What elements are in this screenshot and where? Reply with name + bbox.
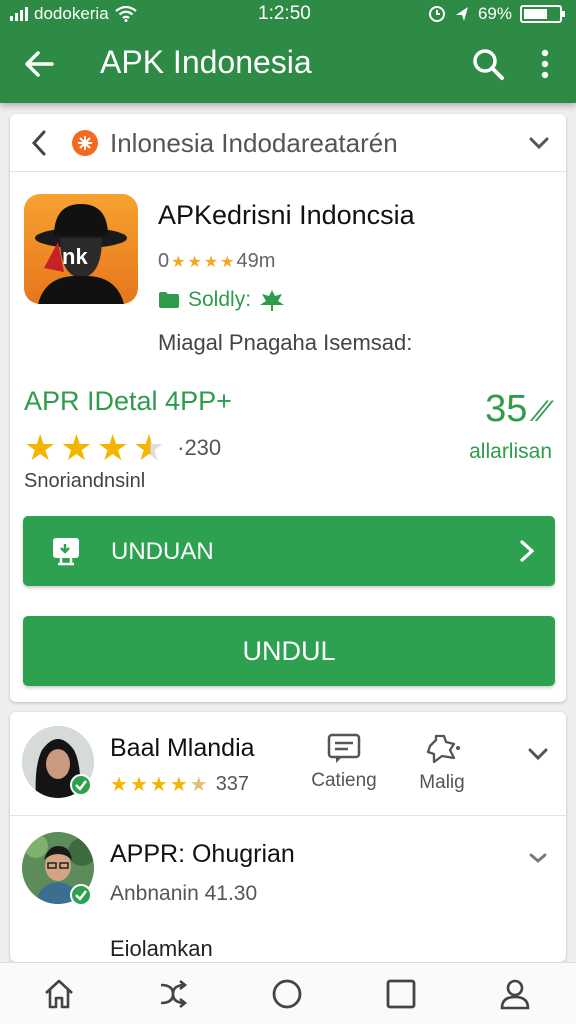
- star-half-icon: ★: [132, 427, 166, 468]
- install-button[interactable]: UNDUL: [23, 616, 555, 686]
- star-icon: ★: [24, 427, 57, 468]
- review-body: Eiolamkan: [110, 936, 213, 961]
- app-name: APKedrisni Indoncsia: [158, 200, 415, 230]
- rating-prefix: 0: [158, 250, 170, 272]
- review-item[interactable]: Baal Mlandia ★ ★ ★ ★ ★ 337 Catieng Malig: [10, 712, 566, 816]
- monitor-icon: [53, 538, 79, 566]
- review-meta: Anbnanin 41.30: [110, 882, 258, 905]
- square-icon[interactable]: [384, 977, 418, 1011]
- alarm-icon: [428, 6, 445, 22]
- status-bar: dodokeria 1:2:50 69%: [0, 0, 576, 28]
- battery-percent: 69%: [477, 4, 512, 23]
- star-icon: ★: [129, 774, 148, 796]
- download-button-label: UNDUAN: [111, 538, 214, 565]
- category-logo-icon: [72, 130, 98, 156]
- breadcrumb-label: Inlonesia Indodareatarén: [110, 128, 398, 158]
- top-app-bar: dodokeria 1:2:50 69% APK Indonesia: [0, 0, 576, 103]
- clock: 1:2:50: [258, 3, 311, 24]
- star-half-icon: ★: [189, 774, 208, 796]
- carrier-name: dodokeria: [34, 4, 109, 23]
- safety-badge: Soldly:: [158, 288, 285, 312]
- battery-fill: [524, 9, 547, 19]
- reviewer-name: APPR: Ohugrian: [110, 840, 295, 868]
- details-subtitle: Snoriandnsinl: [24, 470, 146, 492]
- signal-icon: [10, 7, 28, 21]
- circle-icon[interactable]: [270, 977, 304, 1011]
- trend-icon: ⁄⁄: [537, 395, 548, 428]
- rating-count: ·230: [177, 435, 222, 460]
- chat-action[interactable]: Catieng: [304, 732, 384, 792]
- safety-label: Soldly:: [188, 288, 252, 311]
- install-button-label: UNDUL: [242, 636, 336, 666]
- more-vert-icon[interactable]: [530, 46, 560, 82]
- chevron-down-icon[interactable]: [526, 130, 552, 156]
- star-icon: ★: [169, 774, 188, 796]
- star-icon: ★: [149, 774, 168, 796]
- star-icon: ★: [60, 427, 93, 468]
- rating-suffix: 49m: [236, 250, 276, 272]
- chevron-down-icon[interactable]: [526, 846, 550, 870]
- verified-icon: [70, 774, 92, 796]
- location-icon: [455, 7, 468, 21]
- battery-icon: [520, 5, 565, 23]
- star-icon: ★: [203, 253, 219, 271]
- chevron-right-icon: [520, 540, 535, 562]
- star-icon: ★: [171, 253, 186, 271]
- status-right: 69%: [428, 4, 565, 24]
- folder-icon: [159, 292, 179, 308]
- download-count-label: allarlisan: [469, 440, 552, 463]
- verified-icon: [70, 884, 92, 906]
- download-count: 35 ⁄⁄: [485, 388, 548, 431]
- star-icon: ★: [110, 774, 128, 796]
- rating-stars: ★ ★ ★ ★ ·230: [24, 430, 221, 466]
- details-title: APR IDetal 4PP+: [24, 386, 232, 416]
- carrier-info: dodokeria: [10, 4, 137, 24]
- review-rating: ★ ★ ★ ★ ★ 337: [110, 772, 249, 797]
- review-item[interactable]: APPR: Ohugrian Anbnanin 41.30 Eiolamkan: [10, 816, 566, 962]
- share-action-label: Malig: [419, 772, 465, 793]
- page-title: APK Indonesia: [100, 44, 312, 80]
- app-icon: nk: [24, 194, 138, 304]
- app-subtitle: Miagal Pnagaha Isemsad:: [158, 330, 413, 355]
- reviews-card: Baal Mlandia ★ ★ ★ ★ ★ 337 Catieng Malig: [10, 712, 566, 962]
- home-icon[interactable]: [42, 977, 76, 1011]
- share-action[interactable]: Malig: [402, 732, 482, 794]
- bottom-navigation: [0, 962, 576, 1024]
- chevron-left-icon[interactable]: [28, 128, 50, 158]
- chat-action-label: Catieng: [311, 770, 377, 791]
- breadcrumb[interactable]: Inlonesia Indodareatarén: [10, 114, 566, 172]
- download-button[interactable]: UNDUAN: [23, 516, 555, 586]
- star-icon: ★: [220, 253, 235, 271]
- app-detail-card: Inlonesia Indodareatarén nk APKedrisni I…: [10, 114, 566, 702]
- wifi-icon: [114, 6, 137, 22]
- puzzle-icon: [426, 734, 460, 764]
- shuffle-icon[interactable]: [156, 977, 190, 1011]
- download-count-value: 35: [485, 388, 528, 430]
- search-icon[interactable]: [470, 46, 506, 82]
- review-count: 337: [215, 773, 250, 795]
- reviewer-name: Baal Mlandia: [110, 734, 255, 762]
- chevron-down-icon[interactable]: [526, 742, 550, 766]
- app-icon-label: nk: [62, 244, 88, 269]
- arrow-back-icon[interactable]: [22, 46, 58, 82]
- app-rating: 0 ★ ★ ★ ★ 49m: [158, 250, 275, 273]
- chat-icon: [327, 733, 361, 763]
- leaf-icon: [260, 290, 285, 311]
- profile-icon[interactable]: [498, 977, 532, 1011]
- star-icon: ★: [187, 253, 202, 271]
- star-icon: ★: [96, 427, 129, 468]
